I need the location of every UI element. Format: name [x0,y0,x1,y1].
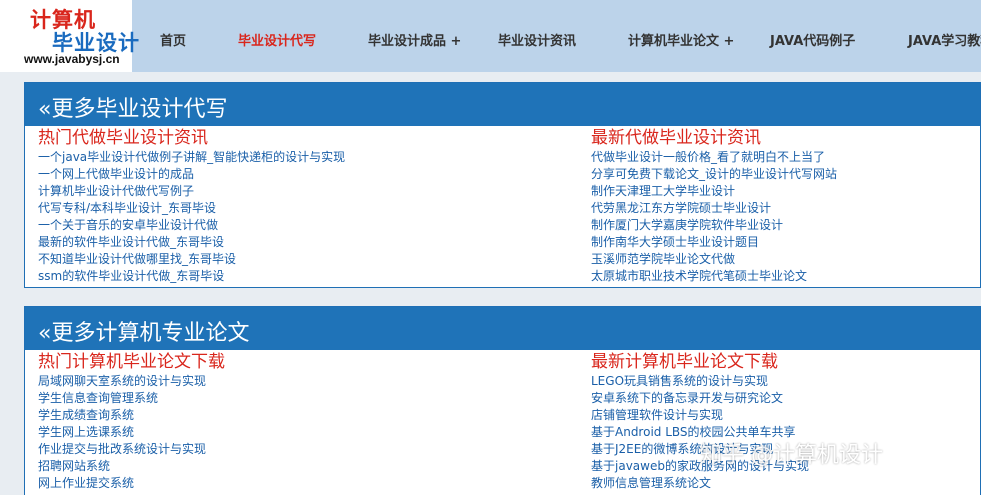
list-item[interactable]: 作业提交与批改系统设计与实现 [38,441,225,458]
column-hot-papers: 热门计算机毕业论文下载 局域网聊天室系统的设计与实现 学生信息查询管理系统 学生… [38,351,225,492]
section-title[interactable]: «更多计算机专业论文 [38,315,249,347]
watermark: 知乎 @计算机设计 [700,443,883,468]
section-thesis-writing: «更多毕业设计代写 热门代做毕业设计资讯 一个java毕业设计代做例子讲解_智能… [24,82,981,288]
list-item[interactable]: 学生信息查询管理系统 [38,390,225,407]
list-item[interactable]: 学生网上选课系统 [38,424,225,441]
list-item[interactable]: 局域网聊天室系统的设计与实现 [38,373,225,390]
section-header: «更多毕业设计代写 [25,83,980,126]
list-item[interactable]: 太原城市职业技术学院代笔硕士毕业论文 [591,268,837,285]
column-title: 最新代做毕业设计资讯 [591,128,761,148]
logo-url: www.javabysj.cn [24,52,120,66]
nav-item-home[interactable]: 首页 [160,30,186,49]
list-item[interactable]: 不知道毕业设计代做哪里找_东哥毕设 [38,251,345,268]
list-item[interactable]: 制作南华大学硕士毕业设计题目 [591,234,837,251]
list-item[interactable]: 玉溪师范学院毕业论文代做 [591,251,837,268]
site-header: 计算机 毕业设计 www.javabysj.cn 首页 毕业设计代写 毕业设计成… [0,0,981,72]
column-latest-news: 最新代做毕业设计资讯 代做毕业设计一般价格_看了就明白不上当了 分享可免费下载论… [591,127,837,285]
list-item[interactable]: 学生成绩查询系统 [38,407,225,424]
column-title: 热门计算机毕业论文下载 [38,352,225,372]
list-item[interactable]: 代做毕业设计一般价格_看了就明白不上当了 [591,149,837,166]
list-item[interactable]: 店铺管理软件设计与实现 [591,407,809,424]
main-nav: 首页 毕业设计代写 毕业设计成品 + 毕业设计资讯 计算机毕业论文 + JAVA… [132,0,981,72]
column-title: 热门代做毕业设计资讯 [38,128,208,148]
nav-item-finished-projects[interactable]: 毕业设计成品 + [368,30,461,49]
nav-item-java-examples[interactable]: JAVA代码例子 [770,30,855,49]
column-title: 最新计算机毕业论文下载 [591,352,778,372]
list-item[interactable]: LEGO玩具销售系统的设计与实现 [591,373,809,390]
site-logo[interactable]: 计算机 毕业设计 www.javabysj.cn [0,0,139,72]
list-item[interactable]: ssm的软件毕业设计代做_东哥毕设 [38,268,345,285]
section-header: «更多计算机专业论文 [25,307,980,350]
list-item[interactable]: 一个网上代做毕业设计的成品 [38,166,345,183]
nav-item-thesis-news[interactable]: 毕业设计资讯 [498,30,576,49]
section-title[interactable]: «更多毕业设计代写 [38,91,227,123]
list-item[interactable]: 招聘网站系统 [38,458,225,475]
list-item[interactable]: 分享可免费下载论文_设计的毕业设计代写网站 [591,166,837,183]
column-hot-news: 热门代做毕业设计资讯 一个java毕业设计代做例子讲解_智能快递柜的设计与实现 … [38,127,345,285]
list-item[interactable]: 代写专科/本科毕业设计_东哥毕设 [38,200,345,217]
list-item[interactable]: 制作厦门大学嘉庚学院软件毕业设计 [591,217,837,234]
nav-item-thesis-writing[interactable]: 毕业设计代写 [238,30,316,49]
list-item[interactable]: 计算机毕业设计代做代写例子 [38,183,345,200]
list-item[interactable]: 制作天津理工大学毕业设计 [591,183,837,200]
list-item[interactable]: 网上作业提交系统 [38,475,225,492]
list-item[interactable]: 安卓系统下的备忘录开发与研究论文 [591,390,809,407]
list-item[interactable]: 一个关于音乐的安卓毕业设计代做 [38,217,345,234]
list-item[interactable]: 代劳黑龙江东方学院硕士毕业设计 [591,200,837,217]
list-item[interactable]: 教师信息管理系统论文 [591,475,809,492]
nav-item-java-tutorials[interactable]: JAVA学习教程 [908,30,981,49]
column-latest-papers: 最新计算机毕业论文下载 LEGO玩具销售系统的设计与实现 安卓系统下的备忘录开发… [591,351,809,492]
nav-item-cs-papers[interactable]: 计算机毕业论文 + [628,30,734,49]
list-item[interactable]: 最新的软件毕业设计代做_东哥毕设 [38,234,345,251]
list-item[interactable]: 一个java毕业设计代做例子讲解_智能快递柜的设计与实现 [38,149,345,166]
